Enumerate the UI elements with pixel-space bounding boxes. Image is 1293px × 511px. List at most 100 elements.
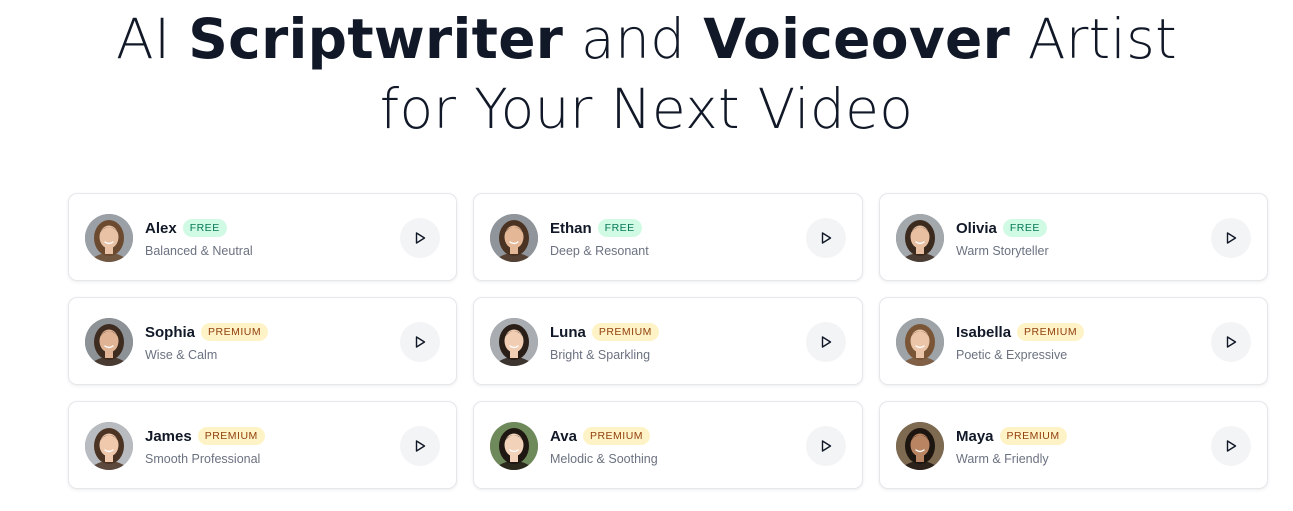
hero-line-1: AI Scriptwriter and Voiceover Artist bbox=[0, 4, 1293, 74]
avatar bbox=[896, 214, 944, 262]
voice-name: Alex bbox=[145, 219, 177, 237]
avatar-portrait bbox=[490, 214, 538, 262]
voice-card-isabella[interactable]: Isabella PREMIUM Poetic & Expressive bbox=[879, 297, 1268, 385]
play-icon bbox=[821, 440, 832, 452]
tier-badge: PREMIUM bbox=[591, 323, 659, 341]
avatar bbox=[490, 422, 538, 470]
voice-card-sophia[interactable]: Sophia PREMIUM Wise & Calm bbox=[68, 297, 457, 385]
voice-info: James PREMIUM Smooth Professional bbox=[145, 426, 265, 466]
avatar-face bbox=[504, 329, 524, 353]
play-button[interactable] bbox=[1211, 322, 1251, 362]
avatar-face bbox=[99, 329, 119, 353]
voice-name: Maya bbox=[956, 427, 994, 445]
hero-line-2: for Your Next Video bbox=[379, 77, 914, 141]
play-button[interactable] bbox=[400, 322, 440, 362]
tier-badge: PREMIUM bbox=[197, 427, 265, 445]
hero-text-scriptwriter: Scriptwriter bbox=[188, 7, 564, 71]
hero-text-ai: AI bbox=[116, 7, 189, 71]
voice-card-ethan[interactable]: Ethan FREE Deep & Resonant bbox=[473, 193, 863, 281]
play-button[interactable] bbox=[1211, 426, 1251, 466]
avatar-face bbox=[910, 433, 930, 457]
voice-info: Luna PREMIUM Bright & Sparkling bbox=[550, 322, 659, 362]
voice-name: James bbox=[145, 427, 192, 445]
avatar-portrait bbox=[896, 318, 944, 366]
voice-card-maya[interactable]: Maya PREMIUM Warm & Friendly bbox=[879, 401, 1268, 489]
name-row: Ethan FREE bbox=[550, 218, 649, 238]
avatar-face bbox=[910, 329, 930, 353]
avatar bbox=[490, 318, 538, 366]
tier-badge: FREE bbox=[597, 219, 642, 237]
avatar bbox=[490, 214, 538, 262]
voice-info: Ava PREMIUM Melodic & Soothing bbox=[550, 426, 658, 466]
play-button[interactable] bbox=[806, 218, 846, 258]
voice-name: Olivia bbox=[956, 219, 997, 237]
voice-card-james[interactable]: James PREMIUM Smooth Professional bbox=[68, 401, 457, 489]
play-button[interactable] bbox=[1211, 218, 1251, 258]
voice-info: Alex FREE Balanced & Neutral bbox=[145, 218, 253, 258]
voice-card-olivia[interactable]: Olivia FREE Warm Storyteller bbox=[879, 193, 1268, 281]
hero-text-and: and bbox=[563, 7, 704, 71]
voice-name: Isabella bbox=[956, 323, 1012, 341]
play-icon bbox=[415, 232, 426, 244]
tier-badge: FREE bbox=[182, 219, 227, 237]
voice-name: Ethan bbox=[550, 219, 592, 237]
name-row: Isabella PREMIUM bbox=[956, 322, 1085, 342]
avatar bbox=[85, 214, 133, 262]
hero-text-artist: Artist bbox=[1010, 7, 1177, 71]
voice-card-luna[interactable]: Luna PREMIUM Bright & Sparkling bbox=[473, 297, 863, 385]
name-row: Sophia PREMIUM bbox=[145, 322, 269, 342]
avatar bbox=[85, 318, 133, 366]
voice-description: Deep & Resonant bbox=[550, 244, 649, 258]
play-button[interactable] bbox=[400, 426, 440, 466]
voice-info: Olivia FREE Warm Storyteller bbox=[956, 218, 1049, 258]
play-icon bbox=[1226, 336, 1237, 348]
voice-grid: Alex FREE Balanced & Neutral Ethan FREE … bbox=[68, 193, 1268, 489]
voice-description: Poetic & Expressive bbox=[956, 348, 1068, 362]
play-button[interactable] bbox=[806, 322, 846, 362]
tier-badge: FREE bbox=[1002, 219, 1047, 237]
voice-description: Warm Storyteller bbox=[956, 244, 1049, 258]
voice-description: Wise & Calm bbox=[145, 348, 218, 362]
name-row: James PREMIUM bbox=[145, 426, 265, 446]
play-icon bbox=[821, 232, 832, 244]
avatar-portrait bbox=[490, 318, 538, 366]
voice-card-alex[interactable]: Alex FREE Balanced & Neutral bbox=[68, 193, 457, 281]
play-button[interactable] bbox=[806, 426, 846, 466]
avatar-portrait bbox=[85, 422, 133, 470]
avatar-portrait bbox=[490, 422, 538, 470]
avatar-face bbox=[910, 225, 930, 249]
voice-name: Luna bbox=[550, 323, 586, 341]
name-row: Ava PREMIUM bbox=[550, 426, 658, 446]
play-icon bbox=[415, 336, 426, 348]
play-icon bbox=[415, 440, 426, 452]
name-row: Luna PREMIUM bbox=[550, 322, 659, 342]
play-icon bbox=[821, 336, 832, 348]
avatar-portrait bbox=[85, 214, 133, 262]
voice-info: Sophia PREMIUM Wise & Calm bbox=[145, 322, 269, 362]
voice-name: Ava bbox=[550, 427, 577, 445]
avatar-face bbox=[99, 433, 119, 457]
avatar-face bbox=[99, 225, 119, 249]
tier-badge: PREMIUM bbox=[201, 323, 269, 341]
voice-name: Sophia bbox=[145, 323, 196, 341]
avatar-face bbox=[504, 225, 524, 249]
play-icon bbox=[1226, 440, 1237, 452]
voice-description: Warm & Friendly bbox=[956, 452, 1049, 466]
tier-badge: PREMIUM bbox=[582, 427, 651, 445]
avatar bbox=[896, 318, 944, 366]
name-row: Alex FREE bbox=[145, 218, 253, 238]
name-row: Olivia FREE bbox=[956, 218, 1049, 238]
voice-description: Melodic & Soothing bbox=[550, 452, 658, 466]
play-button[interactable] bbox=[400, 218, 440, 258]
voice-info: Maya PREMIUM Warm & Friendly bbox=[956, 426, 1067, 466]
tier-badge: PREMIUM bbox=[999, 427, 1067, 445]
avatar-face bbox=[504, 433, 524, 457]
voice-card-ava[interactable]: Ava PREMIUM Melodic & Soothing bbox=[473, 401, 863, 489]
avatar bbox=[85, 422, 133, 470]
avatar-portrait bbox=[85, 318, 133, 366]
voice-info: Ethan FREE Deep & Resonant bbox=[550, 218, 649, 258]
avatar-portrait bbox=[896, 214, 944, 262]
tier-badge: PREMIUM bbox=[1017, 323, 1085, 341]
play-icon bbox=[1226, 232, 1237, 244]
hero-text-voiceover: Voiceover bbox=[703, 7, 1011, 71]
